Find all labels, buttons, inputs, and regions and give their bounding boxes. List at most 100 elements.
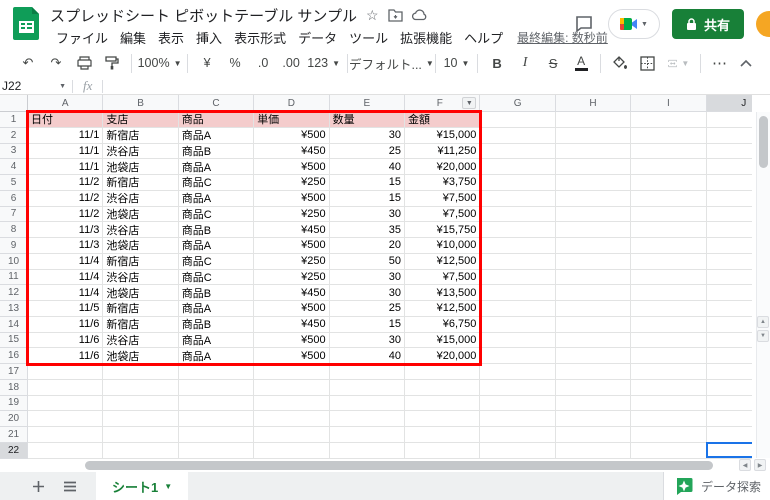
cell[interactable]: ¥15,000	[405, 333, 480, 349]
column-header-i[interactable]: I	[631, 95, 706, 112]
cell[interactable]	[556, 144, 631, 160]
cell[interactable]: 池袋店	[103, 159, 178, 175]
cell[interactable]: ¥20,000	[405, 159, 480, 175]
cell[interactable]: 商品A	[179, 333, 254, 349]
cell[interactable]: 11/5	[28, 301, 103, 317]
cell[interactable]: 11/1	[28, 144, 103, 160]
row-header[interactable]: 20	[0, 411, 28, 427]
cell[interactable]	[254, 380, 329, 396]
cell[interactable]	[480, 175, 555, 191]
cell[interactable]	[631, 128, 706, 144]
cell[interactable]	[480, 238, 555, 254]
cell[interactable]: ¥500	[254, 128, 329, 144]
cell[interactable]	[556, 254, 631, 270]
currency-format-button[interactable]: ¥	[195, 51, 219, 75]
borders-button[interactable]	[636, 51, 660, 75]
cell[interactable]	[631, 175, 706, 191]
scroll-right-icon[interactable]: ▶	[754, 459, 766, 471]
cell[interactable]	[28, 364, 103, 380]
cell[interactable]: 新宿店	[103, 175, 178, 191]
cell[interactable]: 商品C	[179, 175, 254, 191]
cell[interactable]	[556, 191, 631, 207]
share-button[interactable]: 共有	[672, 9, 744, 39]
row-header[interactable]: 2	[0, 128, 28, 144]
cell[interactable]: 商品A	[179, 348, 254, 364]
row-header[interactable]: 7	[0, 207, 28, 223]
cell[interactable]: 11/2	[28, 175, 103, 191]
cell[interactable]: 渋谷店	[103, 222, 178, 238]
move-folder-icon[interactable]	[388, 9, 403, 22]
cell[interactable]	[707, 333, 752, 349]
add-sheet-icon[interactable]	[26, 474, 50, 498]
cell[interactable]	[707, 175, 752, 191]
cell[interactable]	[707, 159, 752, 175]
cell[interactable]: 新宿店	[103, 317, 178, 333]
cell[interactable]	[179, 396, 254, 412]
cell[interactable]: 商品C	[179, 207, 254, 223]
font-size-select[interactable]: 10▼	[443, 51, 471, 75]
cell[interactable]: ¥500	[254, 238, 329, 254]
cell[interactable]	[480, 301, 555, 317]
cell[interactable]: 11/4	[28, 270, 103, 286]
cell[interactable]	[556, 443, 631, 459]
cell[interactable]: 池袋店	[103, 238, 178, 254]
cell[interactable]	[179, 411, 254, 427]
redo-button[interactable]: ↷	[44, 51, 68, 75]
cell[interactable]	[707, 285, 752, 301]
cell[interactable]: 11/6	[28, 348, 103, 364]
cell[interactable]: 商品A	[179, 128, 254, 144]
cell[interactable]	[103, 396, 178, 412]
merge-cells-button[interactable]: ▼	[664, 51, 693, 75]
cell[interactable]: 30	[330, 128, 405, 144]
cell[interactable]	[707, 380, 752, 396]
cell[interactable]	[556, 128, 631, 144]
cell[interactable]	[556, 175, 631, 191]
strikethrough-button[interactable]: S	[541, 51, 565, 75]
increase-decimal-button[interactable]: .00	[279, 51, 303, 75]
cell[interactable]	[254, 443, 329, 459]
cell[interactable]: 新宿店	[103, 128, 178, 144]
cell[interactable]	[556, 333, 631, 349]
cell[interactable]	[480, 364, 555, 380]
scroll-down-icon[interactable]: ▼	[757, 330, 769, 342]
cell[interactable]	[707, 443, 752, 459]
cell[interactable]: 11/2	[28, 207, 103, 223]
cell[interactable]	[405, 411, 480, 427]
cell[interactable]	[28, 411, 103, 427]
scroll-left-icon[interactable]: ◀	[739, 459, 751, 471]
cell[interactable]: 11/4	[28, 254, 103, 270]
cell[interactable]	[480, 443, 555, 459]
paint-format-button[interactable]	[100, 51, 124, 75]
cell[interactable]: ¥250	[254, 270, 329, 286]
cell[interactable]	[254, 411, 329, 427]
row-header[interactable]: 1	[0, 112, 28, 128]
column-header-g[interactable]: G	[480, 95, 555, 112]
cell[interactable]	[556, 348, 631, 364]
cell[interactable]: 11/1	[28, 128, 103, 144]
cell[interactable]	[179, 364, 254, 380]
cell[interactable]: 新宿店	[103, 301, 178, 317]
cell[interactable]: ¥250	[254, 175, 329, 191]
cell[interactable]	[707, 144, 752, 160]
cell[interactable]: 商品B	[179, 144, 254, 160]
cell[interactable]	[631, 443, 706, 459]
cell[interactable]	[707, 238, 752, 254]
cell[interactable]	[254, 427, 329, 443]
cell[interactable]: ¥250	[254, 207, 329, 223]
cell[interactable]	[707, 364, 752, 380]
row-header[interactable]: 4	[0, 159, 28, 175]
cell[interactable]: ¥12,500	[405, 301, 480, 317]
cell[interactable]	[631, 254, 706, 270]
cell[interactable]	[707, 427, 752, 443]
cell[interactable]	[480, 128, 555, 144]
row-header[interactable]: 13	[0, 301, 28, 317]
all-sheets-icon[interactable]	[58, 474, 82, 498]
cell[interactable]	[556, 396, 631, 412]
cell[interactable]	[103, 443, 178, 459]
row-header[interactable]: 14	[0, 317, 28, 333]
cell[interactable]	[707, 396, 752, 412]
cell[interactable]: ¥6,750	[405, 317, 480, 333]
cell[interactable]: 25	[330, 144, 405, 160]
cell[interactable]	[707, 301, 752, 317]
cell[interactable]	[330, 364, 405, 380]
